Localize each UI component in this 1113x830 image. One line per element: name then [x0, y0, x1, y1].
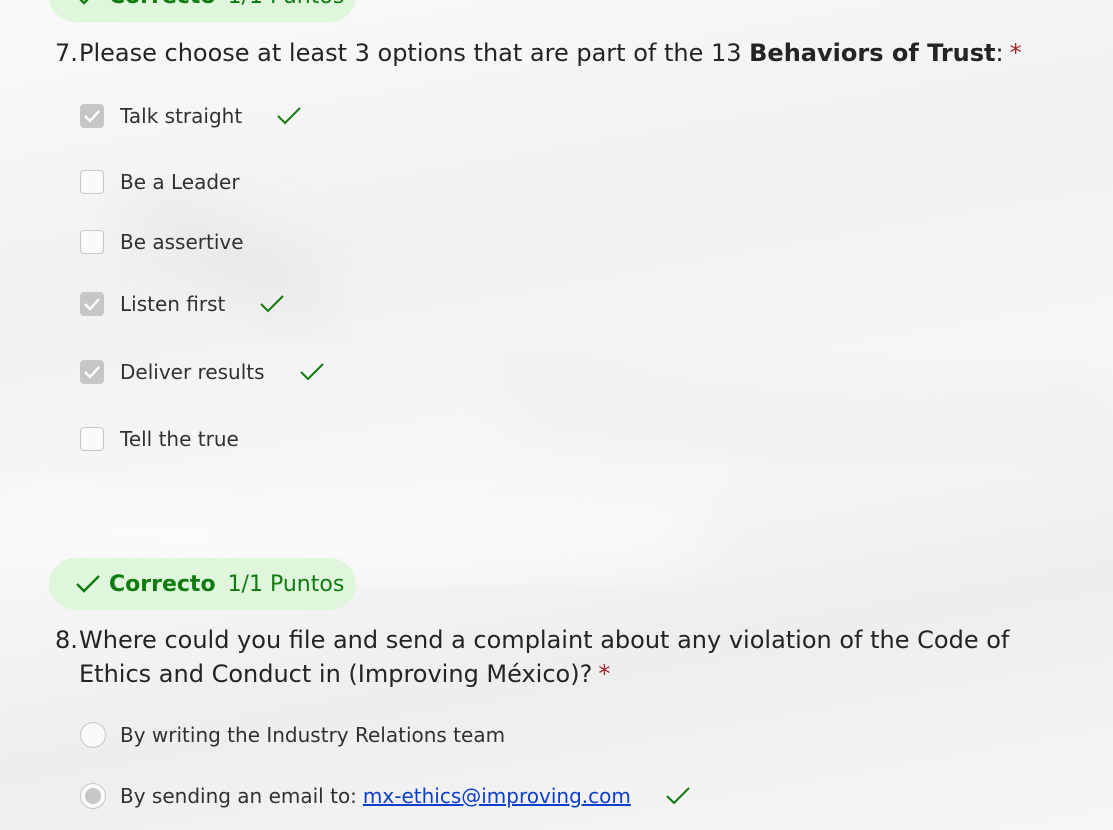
question-text: Please choose at least 3 options that ar…	[79, 36, 1089, 70]
option-industry-relations[interactable]: By writing the Industry Relations team	[80, 720, 505, 750]
checkbox-checked[interactable]	[80, 104, 104, 128]
checkbox-check-icon	[84, 366, 100, 379]
score-badge-q6: Correcto 1/1 Puntos	[49, 0, 356, 22]
badge-label: Correcto	[109, 571, 216, 597]
option-label: By sending an email to:	[120, 784, 357, 808]
question-text-colon: :	[995, 39, 1004, 67]
radio-dot	[85, 788, 101, 804]
question-text-part: Please choose at least 3 options that ar…	[79, 39, 750, 67]
option-talk-straight[interactable]: Talk straight	[80, 101, 302, 131]
option-deliver-results[interactable]: Deliver results	[80, 357, 325, 387]
check-icon	[79, 0, 89, 5]
checkbox-unchecked[interactable]	[80, 427, 104, 451]
badge-score: 1/1 Puntos	[227, 571, 345, 597]
option-listen-first[interactable]: Listen first	[80, 289, 285, 319]
option-label: Talk straight	[120, 104, 243, 128]
option-be-assertive[interactable]: Be assertive	[80, 227, 244, 257]
radio-unselected[interactable]	[80, 722, 106, 748]
check-icon	[76, 575, 100, 593]
check-icon	[277, 107, 301, 125]
option-label: Deliver results	[120, 360, 265, 384]
question-text: Where could you file and send a complain…	[79, 623, 1089, 691]
check-icon	[299, 363, 324, 381]
required-asterisk: *	[1009, 39, 1022, 67]
checkbox-check-icon	[84, 110, 100, 123]
check-icon	[260, 295, 285, 313]
option-be-a-leader[interactable]: Be a Leader	[80, 167, 240, 197]
checkbox-unchecked[interactable]	[80, 230, 104, 254]
email-link[interactable]: mx-ethics@improving.com	[363, 784, 631, 808]
checkbox-checked[interactable]	[80, 292, 104, 316]
check-icon	[666, 787, 690, 805]
option-label: Be a Leader	[120, 170, 240, 194]
required-asterisk: *	[598, 660, 611, 688]
checkbox-unchecked[interactable]	[80, 170, 104, 194]
option-label: Be assertive	[120, 230, 244, 254]
checkbox-check-icon	[84, 298, 100, 311]
question-text-part: Where could you file and send a complain…	[79, 626, 1010, 688]
question-7-title: 7. Please choose at least 3 options that…	[55, 36, 1089, 70]
question-8-title: 8. Where could you file and send a compl…	[55, 623, 1089, 691]
radio-selected[interactable]	[80, 783, 106, 809]
question-number: 8.	[55, 626, 78, 654]
option-label: Tell the true	[120, 427, 239, 451]
badge-label: Correcto	[109, 0, 216, 9]
option-send-email[interactable]: By sending an email to: mx-ethics@improv…	[80, 781, 691, 811]
badge-score: 1/1 Puntos	[228, 0, 345, 9]
score-badge-q7: Correcto 1/1 Puntos	[49, 558, 356, 610]
question-number: 7.	[55, 39, 78, 67]
option-tell-the-true[interactable]: Tell the true	[80, 424, 239, 454]
question-text-bold: Behaviors of Trust	[749, 39, 996, 67]
option-label: By writing the Industry Relations team	[120, 723, 506, 747]
checkbox-checked[interactable]	[80, 360, 104, 384]
option-label: Listen first	[120, 292, 226, 316]
